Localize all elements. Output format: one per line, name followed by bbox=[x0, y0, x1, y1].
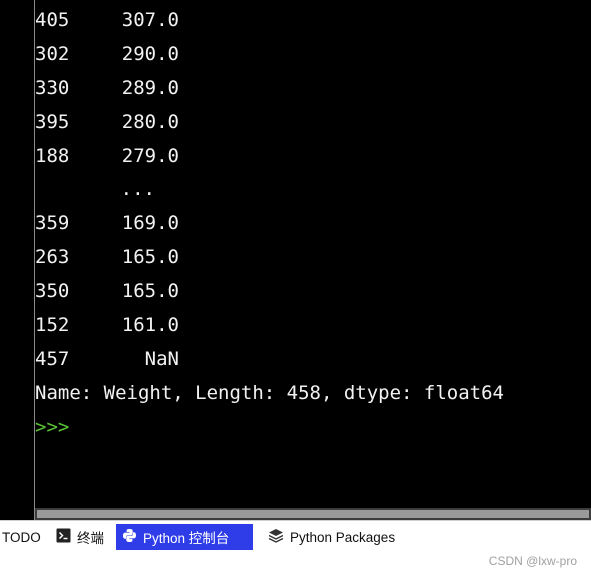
row-value: 169.0 bbox=[121, 212, 179, 235]
python-console-output[interactable]: 405 307.0 302 290.0 330 289.0 395 280.0 188 2… bbox=[0, 0, 591, 508]
gutter-divider bbox=[34, 0, 35, 520]
ellipsis-row: ... bbox=[35, 173, 504, 207]
series-summary: Name: Weight, Length: 458, dtype: float6… bbox=[35, 381, 504, 404]
tab-terminal-label: 终端 bbox=[77, 531, 104, 546]
series-row: 350 165.0 bbox=[35, 275, 504, 309]
row-index: 395 bbox=[35, 110, 70, 133]
row-value: 290.0 bbox=[121, 42, 179, 65]
row-index: 152 bbox=[35, 314, 70, 337]
row-value: 289.0 bbox=[121, 76, 179, 99]
tab-todo-label: TODO bbox=[2, 529, 41, 545]
row-index: 457 bbox=[35, 347, 70, 370]
tab-python-console[interactable]: Python 控制台 bbox=[116, 524, 253, 550]
row-value: NaN bbox=[144, 347, 179, 370]
series-row: 395 280.0 bbox=[35, 106, 504, 140]
tab-python-packages-label: Python Packages bbox=[290, 529, 396, 545]
series-row: 263 165.0 bbox=[35, 241, 504, 275]
row-index: 188 bbox=[35, 144, 70, 167]
series-row: 330 289.0 bbox=[35, 72, 504, 106]
row-value: 279.0 bbox=[121, 144, 179, 167]
packages-icon bbox=[268, 528, 290, 546]
row-index: 405 bbox=[35, 9, 70, 31]
series-row: 405 307.0 bbox=[35, 4, 504, 38]
python-icon bbox=[122, 528, 143, 546]
row-value: 161.0 bbox=[121, 314, 179, 337]
series-row: 188 279.0 bbox=[35, 140, 504, 174]
series-row: 359 169.0 bbox=[35, 207, 504, 241]
series-row: 152 161.0 bbox=[35, 309, 504, 343]
tab-terminal[interactable]: 终端 bbox=[50, 524, 110, 550]
series-row: 457 NaN bbox=[35, 343, 504, 377]
row-value: 165.0 bbox=[121, 246, 179, 269]
watermark-text: CSDN @lxw-pro bbox=[488, 554, 577, 568]
row-value: 165.0 bbox=[121, 280, 179, 303]
tab-python-console-label: Python 控制台 bbox=[143, 531, 230, 546]
tab-todo[interactable]: TODO bbox=[0, 524, 47, 550]
row-index: 330 bbox=[35, 76, 70, 99]
row-index: 359 bbox=[35, 212, 70, 235]
horizontal-scrollbar[interactable] bbox=[35, 508, 591, 520]
series-row: 302 290.0 bbox=[35, 38, 504, 72]
scrollbar-thumb[interactable] bbox=[37, 510, 589, 518]
row-index: 350 bbox=[35, 280, 70, 303]
row-value: 307.0 bbox=[121, 9, 179, 31]
row-index: 263 bbox=[35, 246, 70, 269]
row-index: 302 bbox=[35, 42, 70, 65]
row-value: 280.0 bbox=[121, 110, 179, 133]
ellipsis: ... bbox=[120, 178, 155, 201]
tool-window-tabbar: TODO 终端 Python 控制台 Python Packages bbox=[0, 520, 591, 553]
terminal-icon bbox=[56, 528, 77, 546]
tab-python-packages[interactable]: Python Packages bbox=[262, 524, 401, 550]
footer-bar: CSDN @lxw-pro bbox=[0, 552, 591, 570]
console-prompt[interactable]: >>> bbox=[35, 411, 504, 445]
console-rows: 405 307.0 302 290.0 330 289.0 395 280.0 188 2… bbox=[35, 4, 504, 445]
